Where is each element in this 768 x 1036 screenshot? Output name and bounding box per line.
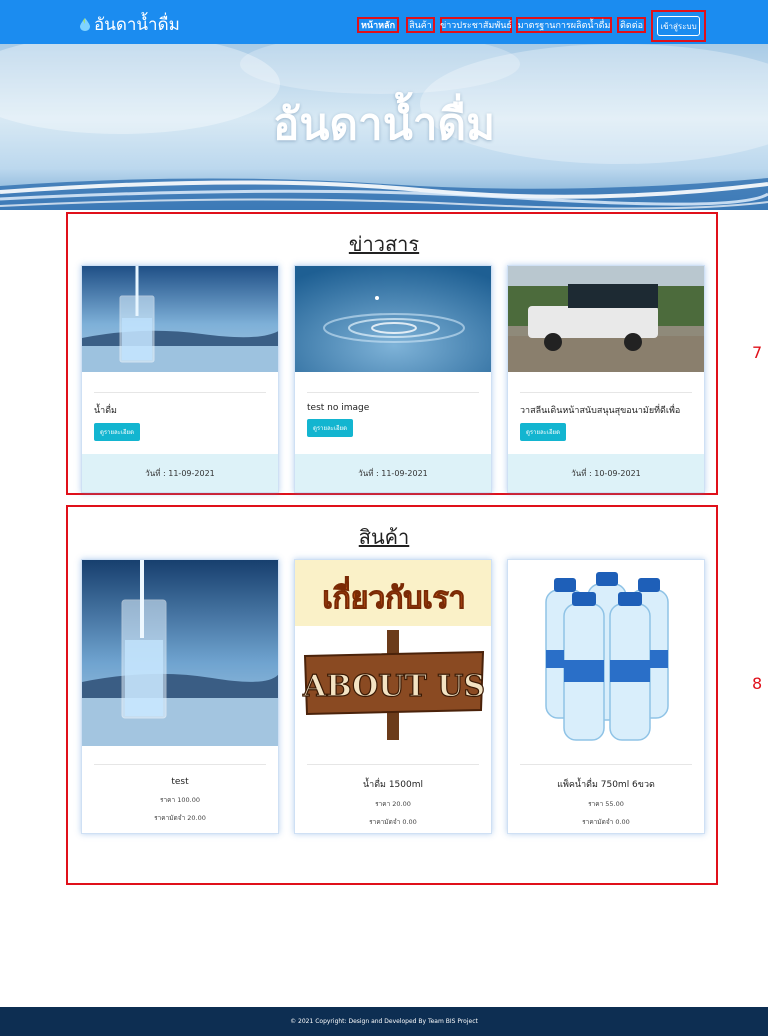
- news-date: วันที่ : 10-09-2021: [508, 454, 704, 492]
- product-name: แพ็คน้ำดื่ม 750ml 6ขวด: [557, 780, 655, 790]
- footer: © 2021 Copyright: Design and Developed B…: [0, 1007, 768, 1036]
- view-details-button[interactable]: ดูรายละเอียด: [94, 423, 140, 441]
- news-date: วันที่ : 11-09-2021: [82, 454, 278, 492]
- product-deposit: ราคามัดจำ 0.00: [582, 818, 630, 826]
- product-deposit: ราคามัดจำ 20.00: [154, 814, 206, 822]
- news-card[interactable]: น้ำดื่ม ดูรายละเอียด วันที่ : 11-09-2021: [81, 265, 279, 493]
- hero-banner: อันดาน้ำดื่ม: [0, 44, 768, 210]
- products-heading: สินค้า: [358, 525, 410, 549]
- annotation-8: 8: [752, 674, 763, 693]
- view-details-button[interactable]: ดูรายละเอียด: [307, 419, 353, 437]
- product-image-bottle-pack[interactable]: [508, 560, 704, 746]
- about-en-text: ABOUT US: [302, 669, 485, 704]
- hero-title: อันดาน้ำดื่ม: [272, 99, 496, 150]
- product-price: ราคา 55.00: [588, 800, 624, 808]
- nav-products[interactable]: สินค้า: [406, 17, 435, 33]
- brand-logo[interactable]: อันดาน้ำดื่ม: [80, 11, 180, 38]
- news-date: วันที่ : 11-09-2021: [295, 454, 491, 492]
- login-button[interactable]: เข้าสู่ระบบ: [657, 16, 700, 36]
- brand-name: อันดาน้ำดื่ม: [94, 15, 180, 35]
- product-price: ราคา 100.00: [160, 796, 200, 804]
- news-title: วาสลีนเดินหน้าสนับสนุนสุขอนามัยที่ดีเพื่…: [520, 406, 681, 416]
- nav-news[interactable]: ข่าวประชาสัมพันธ์: [440, 17, 512, 33]
- news-heading: ข่าวสาร: [348, 232, 420, 256]
- nav-standards[interactable]: มาตรฐานการผลิตน้ำดื่ม: [516, 17, 612, 33]
- product-image-about-us[interactable]: เกี่ยวกับเรา ABOUT US: [295, 560, 491, 746]
- product-deposit: ราคามัดจำ 0.00: [369, 818, 417, 826]
- water-drop-icon: [80, 18, 90, 31]
- product-card[interactable]: เกี่ยวกับเรา ABOUT US น้ำดื่ม 1500ml ราค…: [294, 559, 492, 834]
- product-name: test: [171, 777, 189, 787]
- product-card[interactable]: แพ็คน้ำดื่ม 750ml 6ขวด ราคา 55.00 ราคามั…: [507, 559, 705, 834]
- navbar: อันดาน้ำดื่ม หน้าหลัก สินค้า ข่าวประชาสั…: [0, 0, 768, 44]
- news-title: น้ำดื่ม: [94, 406, 117, 416]
- news-title: test no image: [307, 403, 370, 413]
- news-image-truck[interactable]: [508, 266, 704, 372]
- news-image-glass[interactable]: [82, 266, 278, 372]
- news-card[interactable]: test no image ดูรายละเอียด วันที่ : 11-0…: [294, 265, 492, 493]
- news-card[interactable]: วาสลีนเดินหน้าสนับสนุนสุขอนามัยที่ดีเพื่…: [507, 265, 705, 493]
- product-image-glass[interactable]: [82, 560, 278, 746]
- login-highlight: เข้าสู่ระบบ: [651, 10, 706, 42]
- footer-copyright: © 2021 Copyright: Design and Developed B…: [290, 1018, 478, 1025]
- product-price: ราคา 20.00: [375, 800, 411, 808]
- product-card[interactable]: test ราคา 100.00 ราคามัดจำ 20.00: [81, 559, 279, 834]
- view-details-button[interactable]: ดูรายละเอียด: [520, 423, 566, 441]
- about-th-text: เกี่ยวกับเรา: [322, 576, 465, 616]
- product-name: น้ำดื่ม 1500ml: [362, 780, 424, 790]
- annotation-7: 7: [752, 343, 763, 362]
- nav-contact[interactable]: ติดต่อ: [617, 17, 646, 33]
- news-image-water-drop[interactable]: [295, 266, 491, 372]
- nav-home[interactable]: หน้าหลัก: [357, 17, 399, 33]
